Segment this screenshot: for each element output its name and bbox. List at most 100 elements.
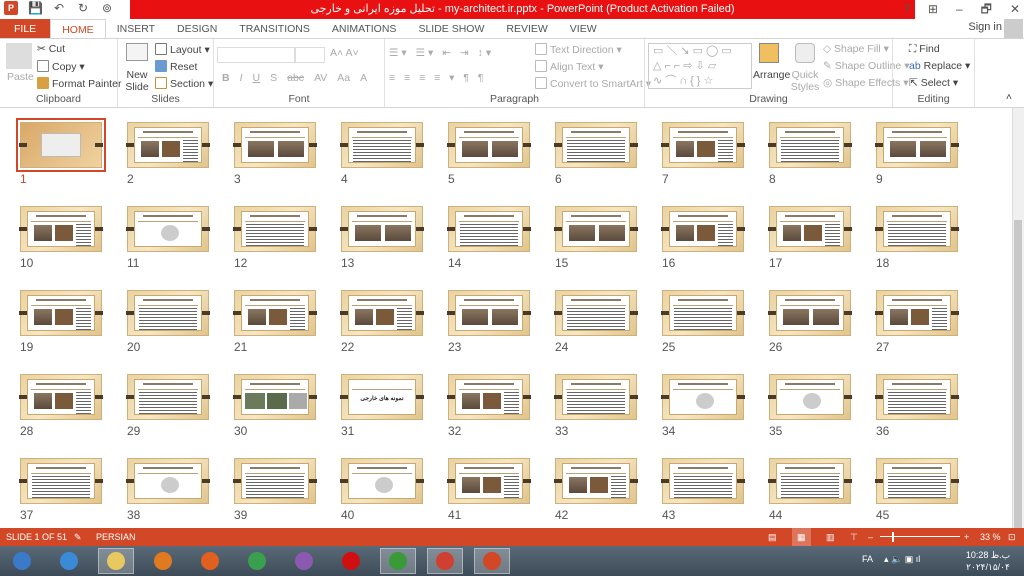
minimize-button[interactable]: – [956, 0, 963, 19]
slide-thumbnail[interactable]: 38 [126, 458, 210, 522]
undo-icon[interactable]: ↶ [52, 1, 66, 15]
slide-thumbnail[interactable]: 45 [875, 458, 959, 522]
vertical-scrollbar[interactable] [1012, 108, 1024, 550]
taskbar-start[interactable] [4, 548, 40, 574]
redo-icon[interactable]: ↻ [76, 1, 90, 15]
slide-thumbnail[interactable]: 8 [768, 122, 852, 186]
tab-design[interactable]: DESIGN [166, 19, 228, 39]
shape-fill-button[interactable]: ◇ Shape Fill ▾ [823, 43, 889, 55]
reset-button[interactable]: Reset [155, 60, 197, 73]
slide-preview[interactable] [768, 122, 852, 168]
slide-preview[interactable] [447, 122, 531, 168]
slideshow-view-icon[interactable]: ⊤ [850, 528, 858, 546]
slide-thumbnail[interactable]: 37 [19, 458, 103, 522]
clock[interactable]: 10:28 ب.ظ ۲۰۲۴/۱۵/۰۴ [960, 549, 1016, 573]
italic-button[interactable]: I [240, 72, 243, 84]
slide-thumbnail[interactable]: 25 [661, 290, 745, 354]
slide-preview[interactable] [340, 122, 424, 168]
slide-preview[interactable] [875, 290, 959, 336]
taskbar-media-player[interactable] [145, 548, 181, 574]
avatar[interactable] [1004, 19, 1023, 38]
fit-slide-icon[interactable]: ⊡ [1008, 528, 1016, 546]
sign-in-link[interactable]: Sign in [968, 21, 1002, 33]
taskbar-file-explorer[interactable] [98, 548, 134, 574]
slide-preview[interactable] [19, 206, 103, 252]
slide-thumbnail[interactable]: 21 [233, 290, 317, 354]
taskbar-internet-explorer[interactable] [51, 548, 87, 574]
slide-preview[interactable] [126, 206, 210, 252]
slide-thumbnail[interactable]: 5 [447, 122, 531, 186]
slide-thumbnail[interactable]: 3 [233, 122, 317, 186]
slide-thumbnail[interactable]: 24 [554, 290, 638, 354]
slide-thumbnail[interactable]: 12 [233, 206, 317, 270]
slide-thumbnail[interactable]: 18 [875, 206, 959, 270]
slide-preview[interactable] [875, 458, 959, 504]
font-grow-shrink[interactable]: A˄ A˅ [330, 47, 359, 59]
taskbar-powerpoint[interactable] [474, 548, 510, 574]
slide-preview[interactable] [661, 290, 745, 336]
align-text-button[interactable]: Align Text ▾ [535, 60, 604, 73]
slide-thumbnail[interactable]: 6 [554, 122, 638, 186]
underline-button[interactable]: U [253, 72, 261, 84]
slide-preview[interactable] [768, 458, 852, 504]
help-button[interactable]: ? [903, 0, 910, 19]
ribbon-display-button[interactable]: ⊞ [928, 0, 938, 19]
reading-view-icon[interactable]: ▥ [826, 528, 835, 546]
taskbar-visual-studio[interactable] [286, 548, 322, 574]
smartart-button[interactable]: Convert to SmartArt ▾ [535, 77, 651, 90]
slide-thumbnail[interactable]: 42 [554, 458, 638, 522]
shadow-button[interactable]: S [270, 72, 277, 84]
tab-insert[interactable]: INSERT [106, 19, 166, 39]
slide-thumbnail[interactable]: 28 [19, 374, 103, 438]
slide-thumbnail[interactable]: 44 [768, 458, 852, 522]
collapse-ribbon-icon[interactable]: ˄ [1006, 91, 1012, 103]
maximize-button[interactable]: 🗗 [981, 0, 992, 19]
slide-preview[interactable] [661, 458, 745, 504]
arrange-button[interactable]: Arrange [753, 69, 790, 81]
slide-preview[interactable] [875, 122, 959, 168]
taskbar-chrome-profile[interactable] [427, 548, 463, 574]
slide-thumbnail[interactable]: 20 [126, 290, 210, 354]
slide-preview[interactable] [447, 374, 531, 420]
tab-transitions[interactable]: TRANSITIONS [228, 19, 321, 39]
bold-button[interactable]: B [222, 72, 230, 84]
slide-preview[interactable] [447, 206, 531, 252]
powerpoint-logo-icon[interactable]: P [4, 1, 18, 15]
slide-preview[interactable] [126, 458, 210, 504]
slide-preview[interactable]: نمونه های خارجی [340, 374, 424, 420]
shapes-gallery[interactable]: ▭＼↘▭◯▭ △⌐⌐⇨⇩▱ ∿⌒∩{}☆ [648, 43, 752, 89]
slide-preview[interactable] [447, 458, 531, 504]
presentation-icon[interactable]: ⊚ [100, 1, 114, 15]
replace-button[interactable]: ab Replace ▾ [909, 60, 970, 72]
taskbar-opera[interactable] [333, 548, 369, 574]
slide-preview[interactable] [126, 374, 210, 420]
taskbar-internet-download-manager[interactable] [380, 548, 416, 574]
slide-preview[interactable] [340, 290, 424, 336]
font-color-button[interactable]: A [360, 72, 367, 84]
paste-button[interactable]: Paste [7, 71, 34, 83]
slide-preview[interactable] [768, 374, 852, 420]
slide-thumbnail[interactable]: 30 [233, 374, 317, 438]
slide-thumbnail[interactable]: 35 [768, 374, 852, 438]
font-size-box[interactable] [295, 47, 325, 63]
zoom-out-button[interactable]: – [868, 528, 873, 546]
select-button[interactable]: ⇱ Select ▾ [909, 77, 958, 89]
taskbar-chrome[interactable] [239, 548, 275, 574]
section-button[interactable]: Section ▾ [155, 77, 213, 90]
character-spacing-button[interactable]: AV [314, 72, 327, 84]
slide-thumbnail[interactable]: 13 [340, 206, 424, 270]
slide-preview[interactable] [661, 374, 745, 420]
slide-preview[interactable] [16, 118, 106, 172]
slide-preview[interactable] [340, 458, 424, 504]
slide-preview[interactable] [233, 206, 317, 252]
slide-thumbnail[interactable]: 26 [768, 290, 852, 354]
slide-preview[interactable] [875, 374, 959, 420]
copy-button[interactable]: Copy ▾ [37, 60, 85, 73]
slide-thumbnail[interactable]: 36 [875, 374, 959, 438]
zoom-slider-thumb[interactable] [892, 532, 895, 542]
slide-preview[interactable] [19, 374, 103, 420]
input-language[interactable]: FA [862, 554, 873, 564]
tray-icons[interactable]: ▴ 🔈 ▣ ıl [884, 554, 920, 565]
tab-view[interactable]: VIEW [559, 19, 608, 39]
slide-thumbnail[interactable]: 11 [126, 206, 210, 270]
